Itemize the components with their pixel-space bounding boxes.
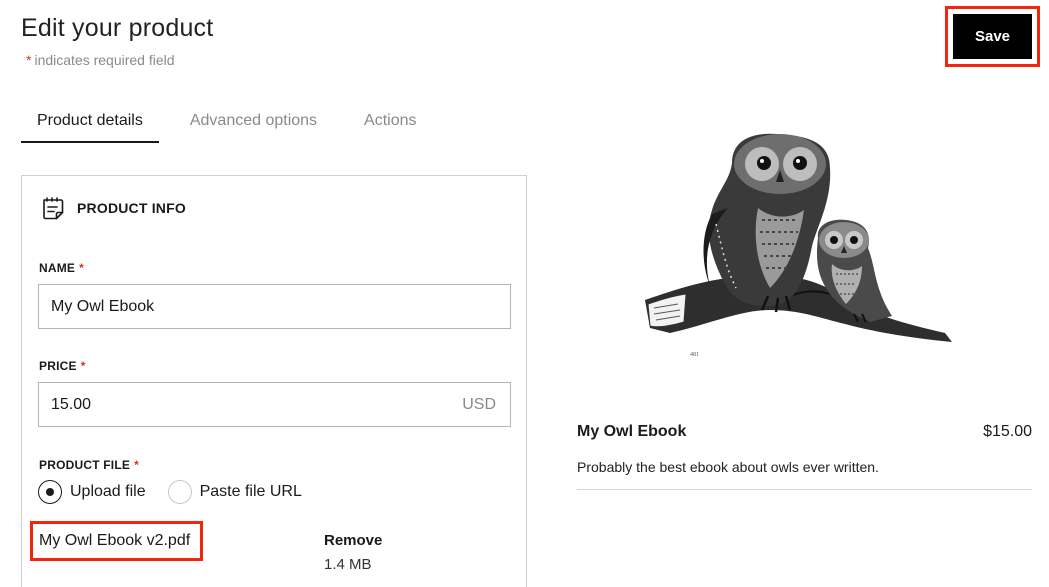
section-title: PRODUCT INFO bbox=[77, 200, 186, 216]
required-star: * bbox=[26, 52, 32, 68]
owls-illustration-icon: 481 bbox=[645, 133, 952, 358]
uploaded-file-name: My Owl Ebook v2.pdf bbox=[30, 521, 204, 561]
required-field-note: * indicates required field bbox=[26, 52, 175, 68]
remove-file-button[interactable]: Remove bbox=[324, 532, 382, 549]
required-star: * bbox=[79, 261, 85, 275]
save-button[interactable]: Save bbox=[953, 14, 1032, 59]
radio-unchecked-icon[interactable] bbox=[167, 480, 192, 504]
name-input[interactable] bbox=[38, 284, 511, 329]
upload-file-label[interactable]: Upload file bbox=[70, 483, 146, 501]
required-star: * bbox=[80, 359, 86, 373]
paste-url-label[interactable]: Paste file URL bbox=[200, 483, 302, 501]
preview-product-description: Probably the best ebook about owls ever … bbox=[577, 459, 879, 475]
name-label: NAME * bbox=[39, 261, 84, 275]
preview-product-price: $15.00 bbox=[983, 423, 1032, 440]
product-info-card: PRODUCT INFO NAME* PRICE* USD PRODUCT FI… bbox=[21, 175, 527, 587]
product-file-label-text: PRODUCT FILE bbox=[39, 458, 131, 472]
preview-divider bbox=[577, 489, 1032, 490]
tab-advanced-options[interactable]: Advanced options bbox=[174, 102, 333, 143]
required-star: * bbox=[134, 458, 139, 472]
required-note-text: indicates required field bbox=[34, 52, 175, 68]
radio-checked-icon[interactable] bbox=[38, 480, 62, 504]
price-label-text: PRICE bbox=[39, 359, 77, 373]
paste-url-radio[interactable]: Paste file URL bbox=[167, 480, 302, 504]
page-title: Edit your product bbox=[21, 14, 214, 42]
price-input[interactable] bbox=[38, 382, 511, 427]
price-label: PRICE * bbox=[39, 359, 86, 373]
currency-suffix: USD bbox=[462, 396, 496, 413]
tab-actions[interactable]: Actions bbox=[348, 102, 432, 143]
tab-product-details[interactable]: Product details bbox=[21, 102, 159, 143]
product-file-label: PRODUCT FILE * bbox=[39, 458, 139, 472]
document-edit-icon bbox=[39, 194, 67, 222]
file-size: 1.4 MB bbox=[324, 556, 372, 573]
svg-text:481: 481 bbox=[690, 352, 699, 358]
file-source-radio-group: Upload file Paste file URL bbox=[38, 480, 324, 504]
upload-file-radio[interactable]: Upload file bbox=[38, 480, 146, 504]
preview-product-name: My Owl Ebook bbox=[577, 423, 687, 440]
tab-bar: Product details Advanced options Actions bbox=[21, 102, 433, 143]
name-label-text: NAME bbox=[39, 261, 76, 275]
product-image: 481 bbox=[640, 128, 975, 368]
card-header: PRODUCT INFO bbox=[39, 194, 186, 222]
